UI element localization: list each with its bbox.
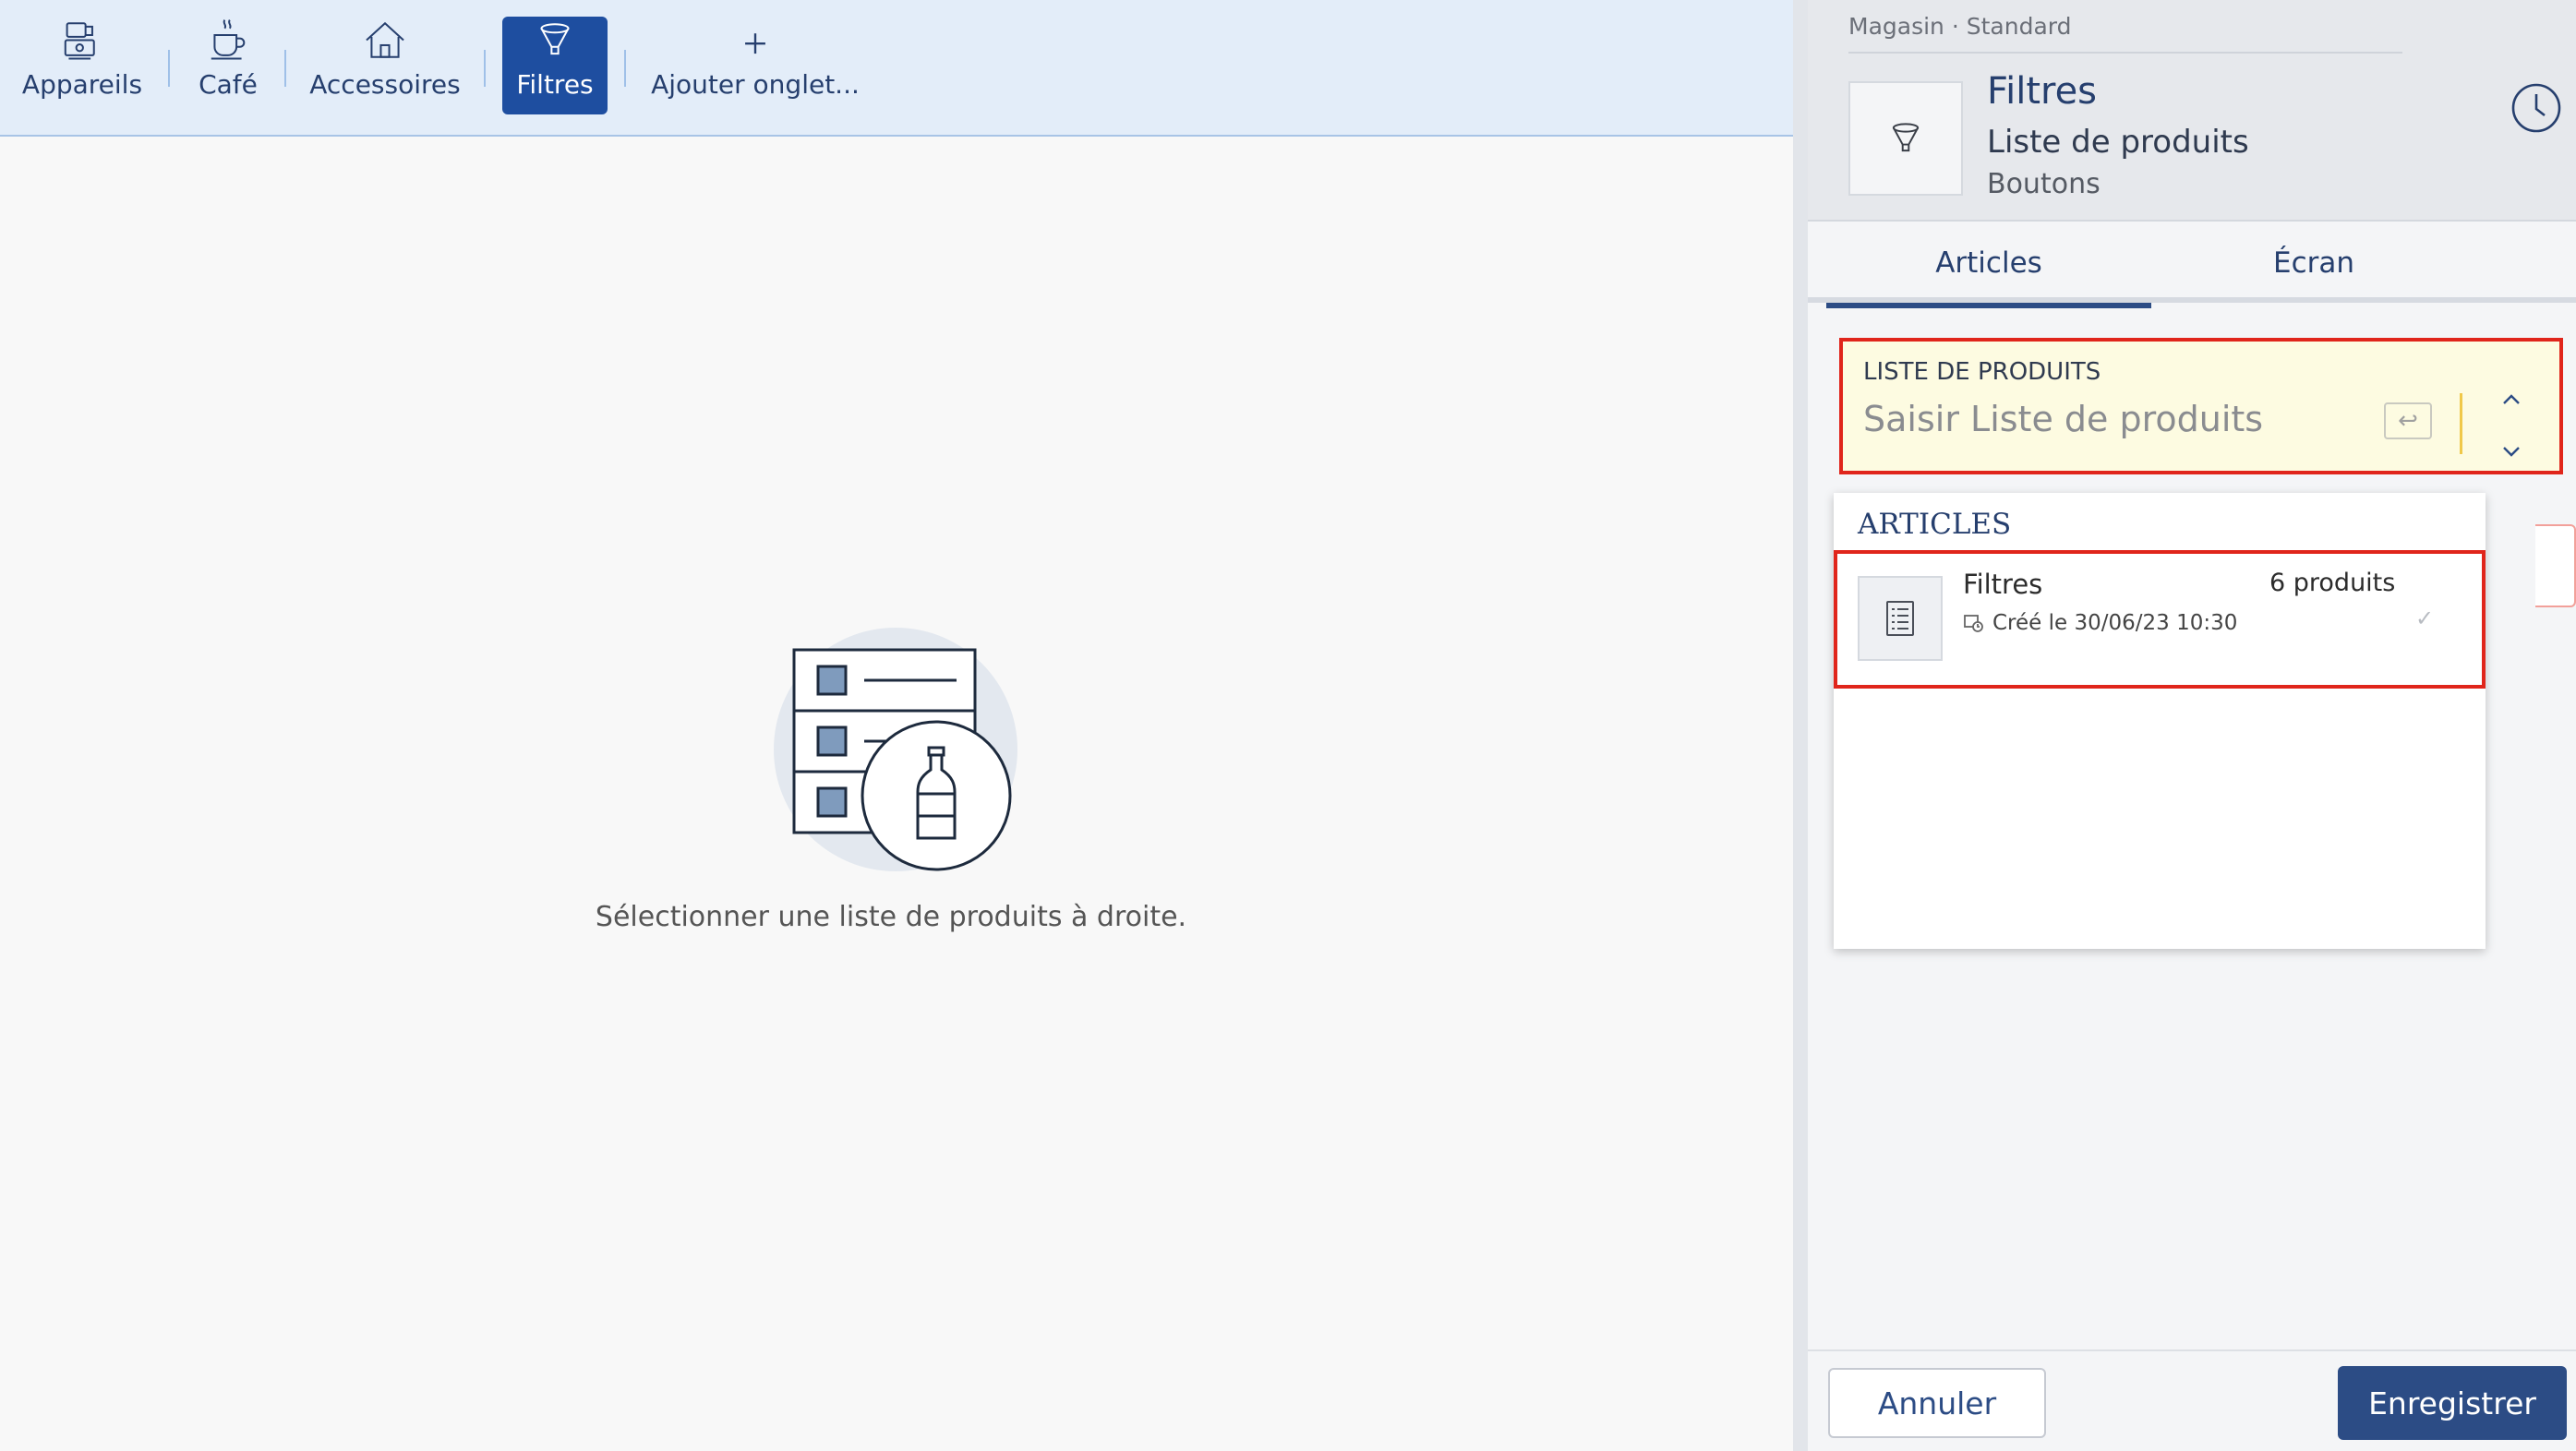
panel-subtitle-secondary: Boutons <box>1987 168 2101 200</box>
chevron-up-icon[interactable] <box>2500 393 2522 406</box>
panel-item-icon <box>1848 81 1963 196</box>
plus-icon <box>745 33 765 54</box>
field-divider <box>2460 393 2462 454</box>
tab-accessoires[interactable]: Accessoires <box>305 17 465 114</box>
clock-icon[interactable] <box>2510 81 2563 135</box>
empty-state-message: Sélectionner une liste de produits à dro… <box>595 901 1187 933</box>
coffee-cup-icon <box>211 19 246 60</box>
dropdown-item-filtres[interactable]: Filtres 6 produits Créé le 30/06/23 10:3… <box>1834 550 2486 689</box>
tab-separator <box>624 50 626 87</box>
created-icon <box>1964 615 1983 632</box>
tab-cafe[interactable]: Café <box>185 17 271 114</box>
underlying-field <box>2535 524 2576 607</box>
tab-label: Ajouter onglet... <box>651 69 860 100</box>
item-created-date: Créé le 30/06/23 10:30 <box>1992 611 2238 635</box>
panel-title: Filtres <box>1987 70 2098 113</box>
tab-label: Café <box>199 69 258 100</box>
tab-label: Écran <box>2272 246 2355 280</box>
tab-separator <box>484 50 486 87</box>
panel-header: Magasin · Standard Filtres Liste de prod… <box>1808 0 2576 222</box>
item-count: 6 produits <box>2269 569 2396 597</box>
tab-separator <box>284 50 286 87</box>
breadcrumb: Magasin · Standard <box>1848 13 2072 40</box>
item-meta: Créé le 30/06/23 10:30 <box>1963 611 2237 635</box>
tab-label: Articles <box>1935 246 2042 280</box>
save-button[interactable]: Enregistrer <box>2338 1366 2567 1440</box>
list-icon <box>1858 576 1943 661</box>
tab-appareils[interactable]: Appareils <box>15 17 150 114</box>
product-list-field: LISTE DE PRODUITS ↩ <box>1839 338 2563 474</box>
panel-tabs: Articles Écran <box>1808 223 2576 308</box>
filter-icon <box>1892 123 1920 152</box>
top-tab-bar: Appareils Café Accessoires Filtres Ajout… <box>0 0 1793 137</box>
product-list-dropdown: ARTICLES Filtres 6 produits Créé le 30/0… <box>1834 493 2486 949</box>
tab-label: Appareils <box>21 69 143 100</box>
appliances-icon <box>64 22 95 60</box>
tab-separator <box>168 50 170 87</box>
cancel-button[interactable]: Annuler <box>1828 1368 2046 1438</box>
product-list-illustration <box>774 628 1017 871</box>
tab-filtres[interactable]: Filtres <box>502 17 608 114</box>
product-list-input[interactable] <box>1863 399 2380 439</box>
house-icon <box>366 21 404 58</box>
field-label: LISTE DE PRODUITS <box>1863 358 2101 386</box>
panel-footer: Annuler Enregistrer <box>1808 1349 2576 1451</box>
enter-key-icon[interactable]: ↩ <box>2384 402 2432 439</box>
item-name: Filtres <box>1963 569 2043 600</box>
breadcrumb-divider <box>1848 52 2402 54</box>
tab-articles[interactable]: Articles <box>1826 223 2151 308</box>
tab-label: Filtres <box>516 69 594 100</box>
tab-label: Accessoires <box>309 69 461 100</box>
chevron-down-icon[interactable] <box>2500 445 2522 458</box>
checkmark-icon: ✓ <box>2415 606 2435 631</box>
dropdown-header: ARTICLES <box>1858 508 2012 541</box>
add-tab-button[interactable]: Ajouter onglet... <box>646 17 864 114</box>
list-document-icon <box>1886 601 1914 636</box>
panel-subtitle: Liste de produits <box>1987 124 2249 161</box>
stepper[interactable] <box>2487 393 2535 458</box>
filter-icon <box>540 23 570 55</box>
tab-ecran[interactable]: Écran <box>2151 223 2476 303</box>
